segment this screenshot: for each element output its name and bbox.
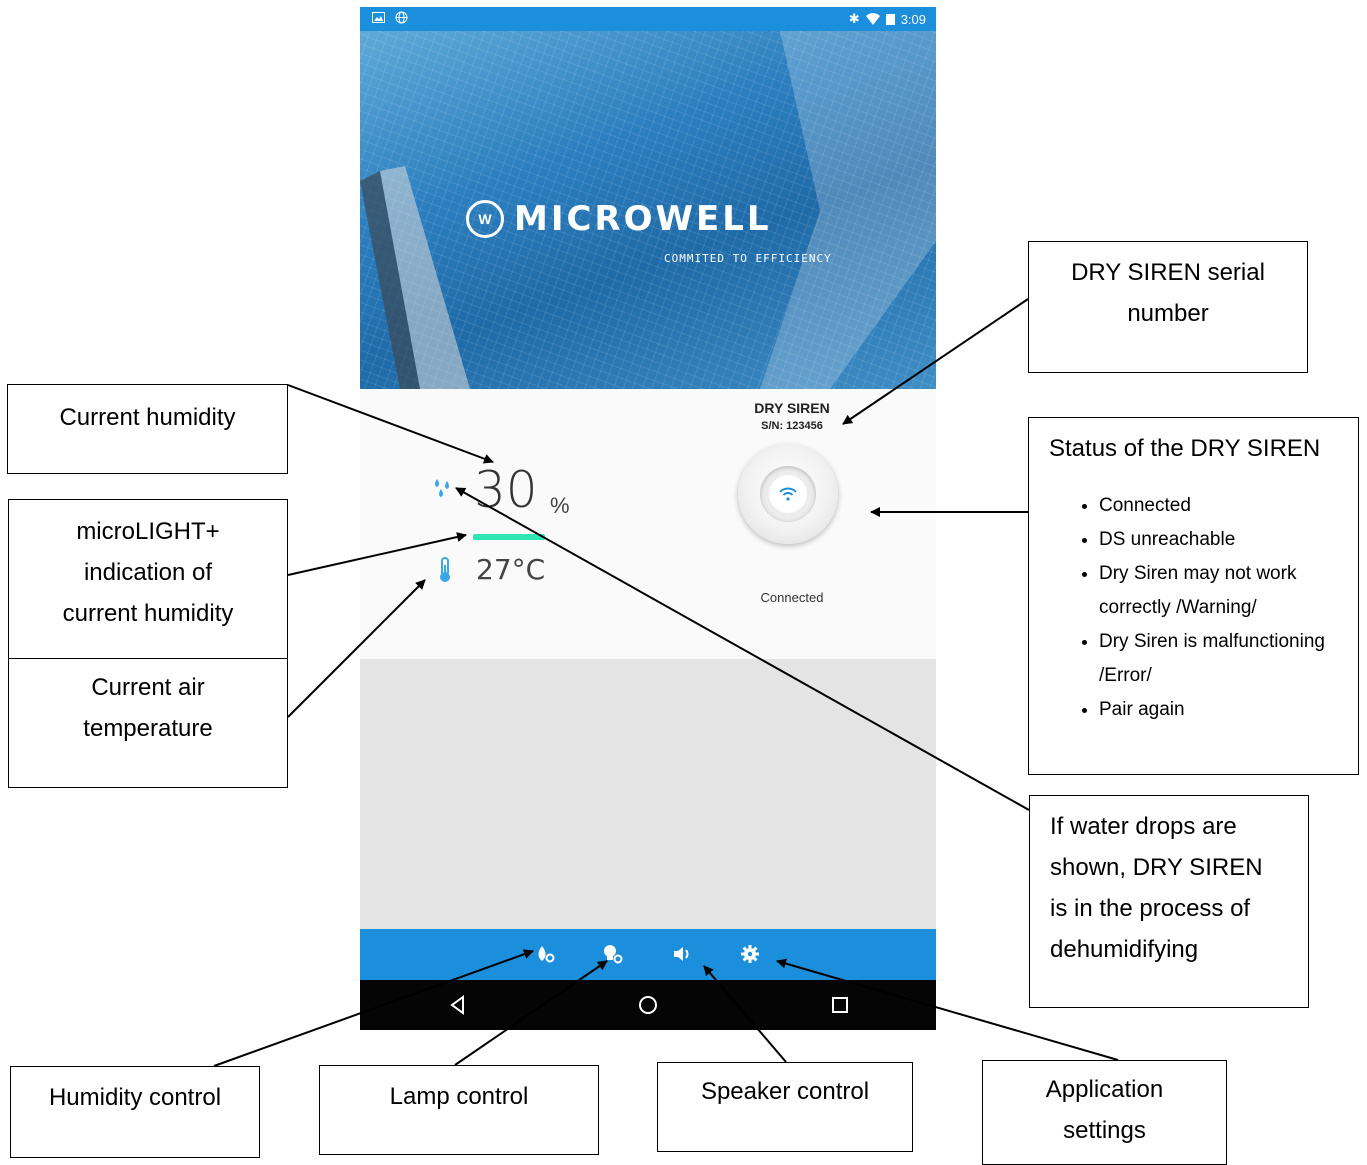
arrow-speaker-control — [703, 965, 787, 1063]
arrow-lamp-control — [454, 960, 608, 1066]
arrow-water-drops — [455, 487, 1030, 811]
arrow-current-humidity — [287, 384, 494, 464]
arrow-microlight — [287, 532, 467, 576]
arrow-serial-number — [842, 298, 1029, 425]
arrow-app-settings — [776, 958, 1119, 1061]
arrow-air-temperature — [287, 579, 426, 718]
annotation-arrows — [213, 298, 1119, 1067]
arrow-humidity-control — [213, 949, 534, 1067]
